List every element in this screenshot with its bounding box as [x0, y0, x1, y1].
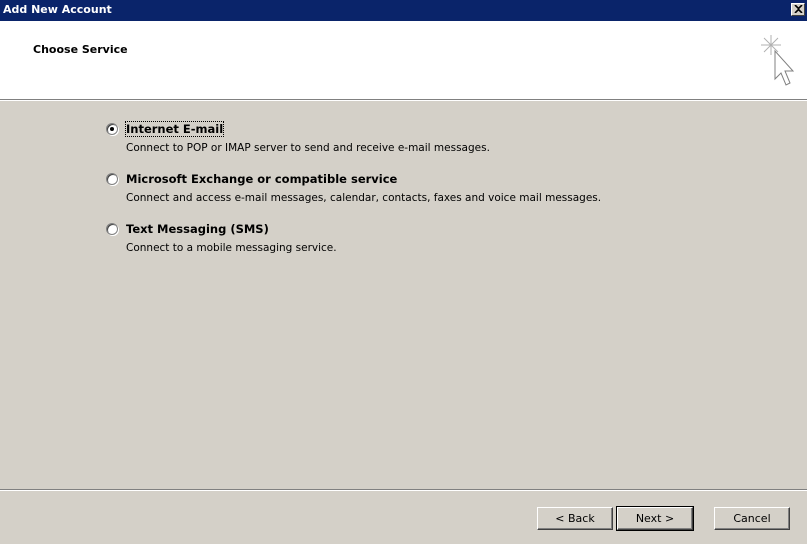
option-description: Connect and access e-mail messages, cale…	[126, 192, 602, 204]
option-label[interactable]: Microsoft Exchange or compatible service	[126, 172, 397, 186]
close-icon	[794, 5, 803, 13]
radio-text-messaging[interactable]	[106, 223, 118, 235]
cancel-button[interactable]: Cancel	[714, 507, 790, 530]
close-button[interactable]	[791, 3, 805, 16]
footer-divider	[0, 489, 807, 491]
page-title: Choose Service	[33, 43, 128, 56]
add-new-account-dialog: Add New Account Choose Service Internet …	[0, 0, 807, 544]
back-button[interactable]: < Back	[537, 507, 613, 530]
option-label[interactable]: Internet E-mail	[124, 121, 225, 137]
option-description: Connect to POP or IMAP server to send an…	[126, 142, 490, 154]
radio-microsoft-exchange[interactable]	[106, 173, 118, 185]
next-button[interactable]: Next >	[616, 506, 694, 531]
service-options: Internet E-mail Connect to POP or IMAP s…	[0, 101, 807, 489]
sparkle-cursor-icon	[761, 35, 795, 86]
wizard-header: Choose Service	[0, 21, 807, 99]
option-label[interactable]: Text Messaging (SMS)	[126, 222, 269, 236]
option-description: Connect to a mobile messaging service.	[126, 242, 337, 254]
radio-internet-email[interactable]	[106, 123, 118, 135]
window-title: Add New Account	[3, 3, 112, 16]
radio-selected-dot	[110, 127, 114, 131]
title-bar[interactable]: Add New Account	[0, 0, 807, 21]
